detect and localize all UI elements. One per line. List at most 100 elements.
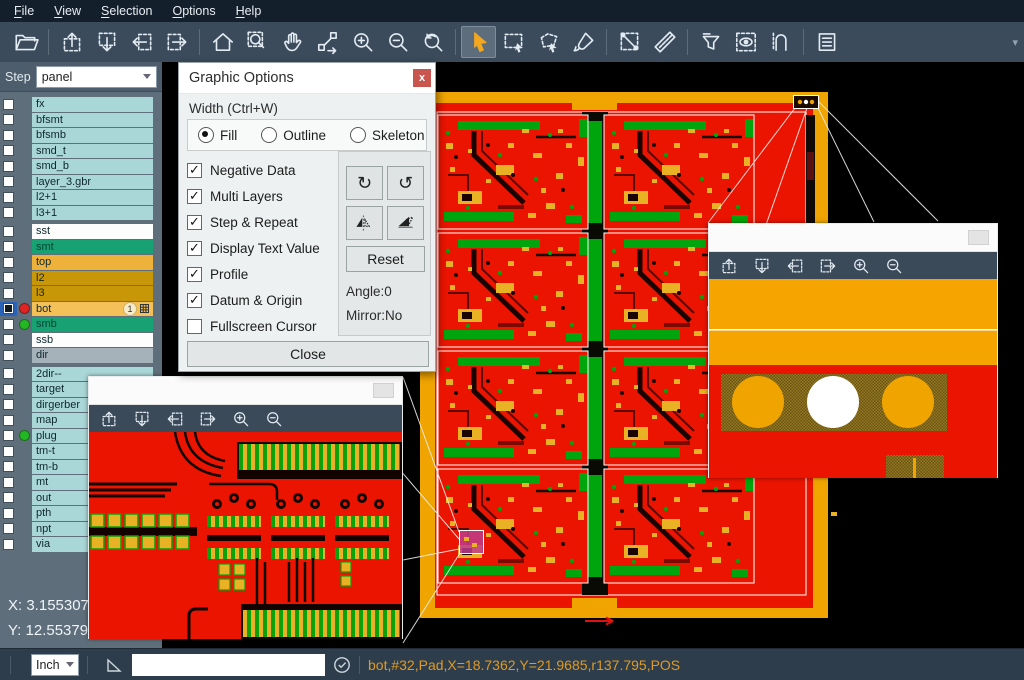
- layer-row-fx[interactable]: fx: [0, 97, 162, 112]
- layer-row-bot[interactable]: bot1: [0, 302, 162, 317]
- layer-checkbox-tm-t[interactable]: [0, 444, 17, 459]
- magnifier-2-view[interactable]: [709, 279, 997, 478]
- layer-row-top[interactable]: top: [0, 255, 162, 270]
- dialog-checkbox-fullscreen-cursor[interactable]: Fullscreen Cursor: [187, 313, 320, 339]
- layer-row-l2+1[interactable]: l2+1: [0, 190, 162, 205]
- home-icon[interactable]: [205, 26, 240, 58]
- layer-name-bar[interactable]: bfsmt: [32, 113, 153, 128]
- report-icon[interactable]: [809, 26, 844, 58]
- layer-checkbox-dir[interactable]: [0, 348, 17, 363]
- step-up-icon[interactable]: [719, 256, 739, 276]
- eye-region-icon[interactable]: [728, 26, 763, 58]
- layer-checkbox-ssb[interactable]: [0, 333, 17, 348]
- flip-d-icon[interactable]: [387, 206, 424, 240]
- layer-checkbox-bfsmt[interactable]: [0, 113, 17, 128]
- layer-checkbox-pth[interactable]: [0, 506, 17, 521]
- radio-fill[interactable]: Fill: [198, 127, 237, 143]
- close-button[interactable]: Close: [187, 341, 429, 367]
- step-down-icon[interactable]: [752, 256, 772, 276]
- layer-checkbox-mt[interactable]: [0, 475, 17, 490]
- radio-outline[interactable]: Outline: [261, 127, 326, 143]
- layer-row-smb[interactable]: smb: [0, 317, 162, 332]
- refresh-icon[interactable]: [333, 656, 351, 674]
- layer-checkbox-npt[interactable]: [0, 522, 17, 537]
- layer-row-l3[interactable]: l3: [0, 286, 162, 301]
- layer-row-dir[interactable]: dir: [0, 348, 162, 363]
- zoom-out-icon[interactable]: [884, 256, 904, 276]
- layer-row-smd_t[interactable]: smd_t: [0, 144, 162, 159]
- layer-checkbox-dirgerber[interactable]: [0, 398, 17, 413]
- layer-checkbox-plug[interactable]: [0, 429, 17, 444]
- layer-checkbox-2dir--[interactable]: [0, 367, 17, 382]
- layer-name-bar[interactable]: top: [32, 255, 153, 270]
- reset-button[interactable]: Reset: [346, 246, 425, 272]
- dialog-checkbox-multi-layers[interactable]: ✓Multi Layers: [187, 183, 320, 209]
- dialog-titlebar[interactable]: Graphic Options x: [179, 63, 435, 94]
- layer-row-bfsmt[interactable]: bfsmt: [0, 113, 162, 128]
- layer-checkbox-layer_3.gbr[interactable]: [0, 175, 17, 190]
- menu-file[interactable]: File: [4, 2, 44, 20]
- pan-hand-icon[interactable]: [275, 26, 310, 58]
- layer-name-bar[interactable]: ssb: [32, 333, 153, 348]
- cursor-select-icon[interactable]: [461, 26, 496, 58]
- layer-checkbox-l2+1[interactable]: [0, 190, 17, 205]
- folder-open-icon[interactable]: [8, 26, 43, 58]
- layer-name-bar[interactable]: layer_3.gbr: [32, 175, 153, 190]
- dialog-checkbox-negative-data[interactable]: ✓Negative Data: [187, 157, 320, 183]
- magnifier-2-titlebar[interactable]: [709, 224, 997, 252]
- magnifier-2-window-button[interactable]: [968, 230, 989, 245]
- command-input[interactable]: [132, 654, 325, 676]
- layer-checkbox-target[interactable]: [0, 382, 17, 397]
- rect-select-icon[interactable]: [496, 26, 531, 58]
- menu-options[interactable]: Options: [162, 2, 225, 20]
- dialog-checkbox-step-repeat[interactable]: ✓Step & Repeat: [187, 209, 320, 235]
- rotate-ccw-icon[interactable]: ↺: [387, 166, 424, 200]
- step-down-icon[interactable]: [89, 26, 124, 58]
- step-left-icon[interactable]: [785, 256, 805, 276]
- layer-name-bar[interactable]: bfsmb: [32, 128, 153, 143]
- layer-checkbox-smd_t[interactable]: [0, 144, 17, 159]
- layer-row-smt[interactable]: smt: [0, 240, 162, 255]
- layer-name-bar[interactable]: l3: [32, 286, 153, 301]
- zoom-out-icon[interactable]: [380, 26, 415, 58]
- layer-row-ssb[interactable]: ssb: [0, 333, 162, 348]
- layer-checkbox-via[interactable]: [0, 537, 17, 552]
- menu-view[interactable]: View: [44, 2, 91, 20]
- step-select[interactable]: panel: [36, 66, 157, 88]
- zoom-in-icon[interactable]: [231, 409, 251, 429]
- layer-name-bar[interactable]: smt: [32, 240, 153, 255]
- step-right-icon[interactable]: [159, 26, 194, 58]
- step-right-icon[interactable]: [198, 409, 218, 429]
- magnifier-1-view[interactable]: [89, 432, 402, 639]
- layer-checkbox-l3[interactable]: [0, 286, 17, 301]
- step-left-icon[interactable]: [124, 26, 159, 58]
- layer-name-bar[interactable]: bot1: [32, 302, 153, 317]
- layer-checkbox-map[interactable]: [0, 413, 17, 428]
- rotate-cw-icon[interactable]: ↻: [346, 166, 383, 200]
- close-icon[interactable]: x: [413, 69, 431, 87]
- toolbar-overflow-icon[interactable]: ▾: [1012, 36, 1018, 49]
- layer-name-bar[interactable]: dir: [32, 348, 153, 363]
- layer-checkbox-out[interactable]: [0, 491, 17, 506]
- dialog-checkbox-profile[interactable]: ✓Profile: [187, 261, 320, 287]
- layer-row-l3+1[interactable]: l3+1: [0, 206, 162, 221]
- zoom-reset-icon[interactable]: [415, 26, 450, 58]
- step-right-icon[interactable]: [818, 256, 838, 276]
- dialog-checkbox-display-text-value[interactable]: ✓Display Text Value: [187, 235, 320, 261]
- flip-h-icon[interactable]: [346, 206, 383, 240]
- layer-checkbox-smt[interactable]: [0, 240, 17, 255]
- snap-angle-icon[interactable]: [104, 656, 124, 674]
- filter-icon[interactable]: [693, 26, 728, 58]
- zoom-in-icon[interactable]: [851, 256, 871, 276]
- step-down-icon[interactable]: [132, 409, 152, 429]
- snap-icon[interactable]: [763, 26, 798, 58]
- layer-checkbox-l2[interactable]: [0, 271, 17, 286]
- layer-name-bar[interactable]: l2: [32, 271, 153, 286]
- magnifier-window-1[interactable]: [88, 376, 403, 639]
- poly-select-icon[interactable]: [531, 26, 566, 58]
- magnifier-1-window-button[interactable]: [373, 383, 394, 398]
- layer-name-bar[interactable]: fx: [32, 97, 153, 112]
- ruler-icon[interactable]: [647, 26, 682, 58]
- node-edit-icon[interactable]: [310, 26, 345, 58]
- step-up-icon[interactable]: [99, 409, 119, 429]
